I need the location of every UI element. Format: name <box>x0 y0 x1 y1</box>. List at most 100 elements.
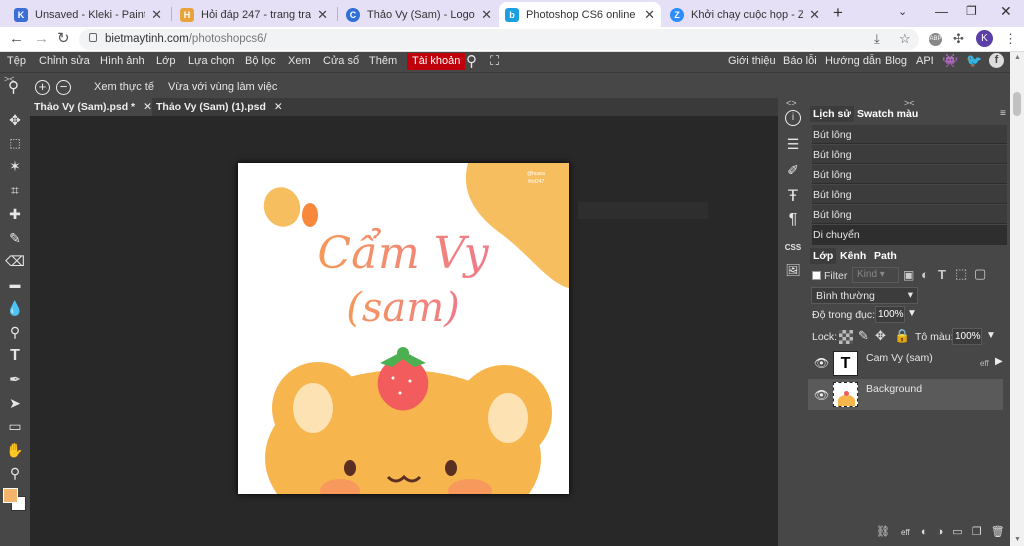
shape-tool-icon[interactable]: ▭ <box>5 416 25 436</box>
tab-layers[interactable]: Lớp <box>810 248 837 264</box>
close-icon[interactable]: ✕ <box>644 7 655 23</box>
menu-layer[interactable]: Lớp <box>156 55 175 67</box>
scroll-down-icon[interactable]: ▼ <box>1014 536 1021 543</box>
fit-screen-button[interactable]: Vừa với vùng làm việc <box>168 81 277 93</box>
image-panel-icon[interactable]: 🖼 <box>783 260 803 280</box>
tab-history[interactable]: Lịch sử <box>810 106 854 122</box>
menu-api[interactable]: API <box>916 55 934 67</box>
actual-size-button[interactable]: Xem thực tế <box>94 81 154 93</box>
new-tab-button[interactable]: + <box>833 3 843 23</box>
window-close-icon[interactable]: ✕ <box>1000 3 1012 20</box>
gradient-tool-icon[interactable]: ▬ <box>5 275 25 295</box>
history-item[interactable]: Bút lông <box>812 125 1007 144</box>
eye-icon[interactable]: 👁 <box>814 356 829 370</box>
new-layer-icon[interactable]: ❐ <box>972 526 982 538</box>
fill-input[interactable]: 100% <box>952 328 982 345</box>
zoom-in-button[interactable]: + <box>35 80 50 95</box>
opacity-input[interactable]: 100% <box>875 306 905 323</box>
download-icon[interactable]: ⤓ <box>874 31 880 47</box>
foreground-color-swatch[interactable] <box>3 488 18 503</box>
history-item[interactable]: Bút lông <box>812 145 1007 164</box>
lock-position-icon[interactable]: ✥ <box>875 328 886 344</box>
filter-adjustment-icon[interactable]: ◐ <box>921 267 929 282</box>
lock-pixels-icon[interactable]: ✎ <box>858 328 869 344</box>
chevron-down-icon[interactable]: ▼ <box>986 330 996 341</box>
lock-all-icon[interactable]: 🔒 <box>894 328 910 344</box>
css-icon[interactable]: CSS <box>783 238 803 258</box>
menu-edit[interactable]: Chỉnh sửa <box>39 55 90 67</box>
blend-mode-select[interactable]: Bình thường ▾ <box>811 287 918 304</box>
history-item[interactable]: Bút lông <box>812 165 1007 184</box>
scroll-up-icon[interactable]: ▲ <box>1014 54 1021 61</box>
scroll-thumb[interactable] <box>1013 92 1021 116</box>
tab-paths[interactable]: Path <box>871 248 900 264</box>
filter-type-icon[interactable]: T <box>938 267 946 282</box>
menu-view[interactable]: Xem <box>288 55 311 67</box>
eraser-tool-icon[interactable]: ⌫ <box>5 251 25 271</box>
panel-menu-icon[interactable]: ≡ <box>1000 108 1006 119</box>
back-icon[interactable]: ← <box>9 30 24 48</box>
document-canvas[interactable]: Cẩm Vy (sam) @huara #hd247 <box>238 163 569 494</box>
url-input[interactable]: bietmaytinh.com/photoshopcs6/ ⤓ ☆ <box>79 29 919 50</box>
tab-search-icon[interactable]: ⌄ <box>898 5 907 18</box>
browser-tab-kleki[interactable]: K Unsaved - Kleki - Paint Tool ✕ <box>8 2 168 27</box>
browser-tab-zoom[interactable]: Z Khởi chạy cuộc họp - Zoom ✕ <box>664 2 826 27</box>
dodge-tool-icon[interactable]: ⚲ <box>5 322 25 342</box>
search-icon[interactable]: ⚲ <box>466 52 477 70</box>
hand-tool-icon[interactable]: ✋ <box>5 440 25 460</box>
menu-about[interactable]: Giới thiệu <box>728 55 776 67</box>
menu-filter[interactable]: Bộ lọc <box>245 55 276 67</box>
close-icon[interactable]: ✕ <box>809 7 820 23</box>
browser-menu-icon[interactable]: ⋮ <box>1004 31 1017 47</box>
filter-smart-icon[interactable]: ▢ <box>974 266 986 282</box>
paragraph-icon[interactable]: ¶ <box>783 210 803 230</box>
zoom-out-button[interactable]: − <box>56 80 71 95</box>
type-tool-icon[interactable]: T <box>5 346 25 366</box>
profile-avatar[interactable]: K <box>976 30 993 47</box>
minimize-icon[interactable]: — <box>935 4 948 19</box>
layer-row-selected[interactable]: 👁 Background <box>808 379 1003 410</box>
page-scrollbar[interactable]: ▲ ▼ <box>1010 52 1024 546</box>
menu-select[interactable]: Lựa chọn <box>188 55 235 67</box>
filter-checkbox[interactable] <box>812 271 821 280</box>
menu-file[interactable]: Tệp <box>7 55 26 67</box>
browser-tab-hoidap[interactable]: H Hỏi đáp 247 - trang tra loi ✕ <box>174 2 334 27</box>
fullscreen-icon[interactable]: ⛶ <box>490 53 499 69</box>
menu-window[interactable]: Cửa sổ <box>323 55 359 67</box>
filter-image-icon[interactable]: ▣ <box>903 268 914 282</box>
layer-name[interactable]: Cam Vy (sam) <box>866 352 933 364</box>
history-item[interactable]: Di chuyển <box>812 225 1007 245</box>
delete-layer-icon[interactable]: 🗑 <box>991 526 1005 538</box>
bookmark-star-icon[interactable]: ☆ <box>899 31 911 47</box>
extension-abp-icon[interactable]: ABP <box>929 33 942 46</box>
move-tool-icon[interactable]: ✥ <box>5 110 25 130</box>
character-icon[interactable]: Ŧ <box>783 186 803 206</box>
link-layers-icon[interactable]: ⛓ <box>876 526 890 538</box>
forward-icon[interactable]: → <box>34 30 49 48</box>
history-item[interactable]: Bút lông <box>812 205 1007 224</box>
tab-channels[interactable]: Kênh <box>837 248 869 264</box>
doc-tab-active[interactable]: Thảo Vy (Sam).psd * ✕ <box>30 98 156 116</box>
eye-icon[interactable]: 👁 <box>814 388 829 402</box>
crop-tool-icon[interactable]: ⌗ <box>5 180 25 200</box>
reload-icon[interactable]: ↻ <box>57 30 70 48</box>
menu-blog[interactable]: Blog <box>885 55 907 67</box>
mask-icon[interactable]: ◐ <box>921 526 928 538</box>
filter-shape-icon[interactable]: ⬚ <box>955 266 967 282</box>
info-icon[interactable]: i <box>785 110 801 126</box>
properties-icon[interactable]: ☰ <box>783 134 803 154</box>
new-group-icon[interactable]: ▭ <box>952 526 962 538</box>
reddit-icon[interactable]: 👾 <box>942 53 958 69</box>
kind-select[interactable]: Kind ▾ <box>852 267 899 283</box>
close-icon[interactable]: ✕ <box>274 101 283 113</box>
collapse-toggle-icon[interactable]: <> <box>786 98 797 108</box>
close-icon[interactable]: ✕ <box>481 7 492 23</box>
menu-image[interactable]: Hình ảnh <box>100 55 145 67</box>
effects-badge[interactable]: eff <box>980 359 989 368</box>
brush-panel-icon[interactable]: ✐ <box>783 160 803 180</box>
adjustment-layer-icon[interactable]: ◑ <box>937 526 944 538</box>
twitter-icon[interactable]: 🐦 <box>966 53 982 69</box>
zoom-tool-icon[interactable]: ⚲ <box>5 463 25 483</box>
lock-transparency-icon[interactable] <box>839 330 853 344</box>
path-select-tool-icon[interactable]: ➤ <box>5 393 25 413</box>
